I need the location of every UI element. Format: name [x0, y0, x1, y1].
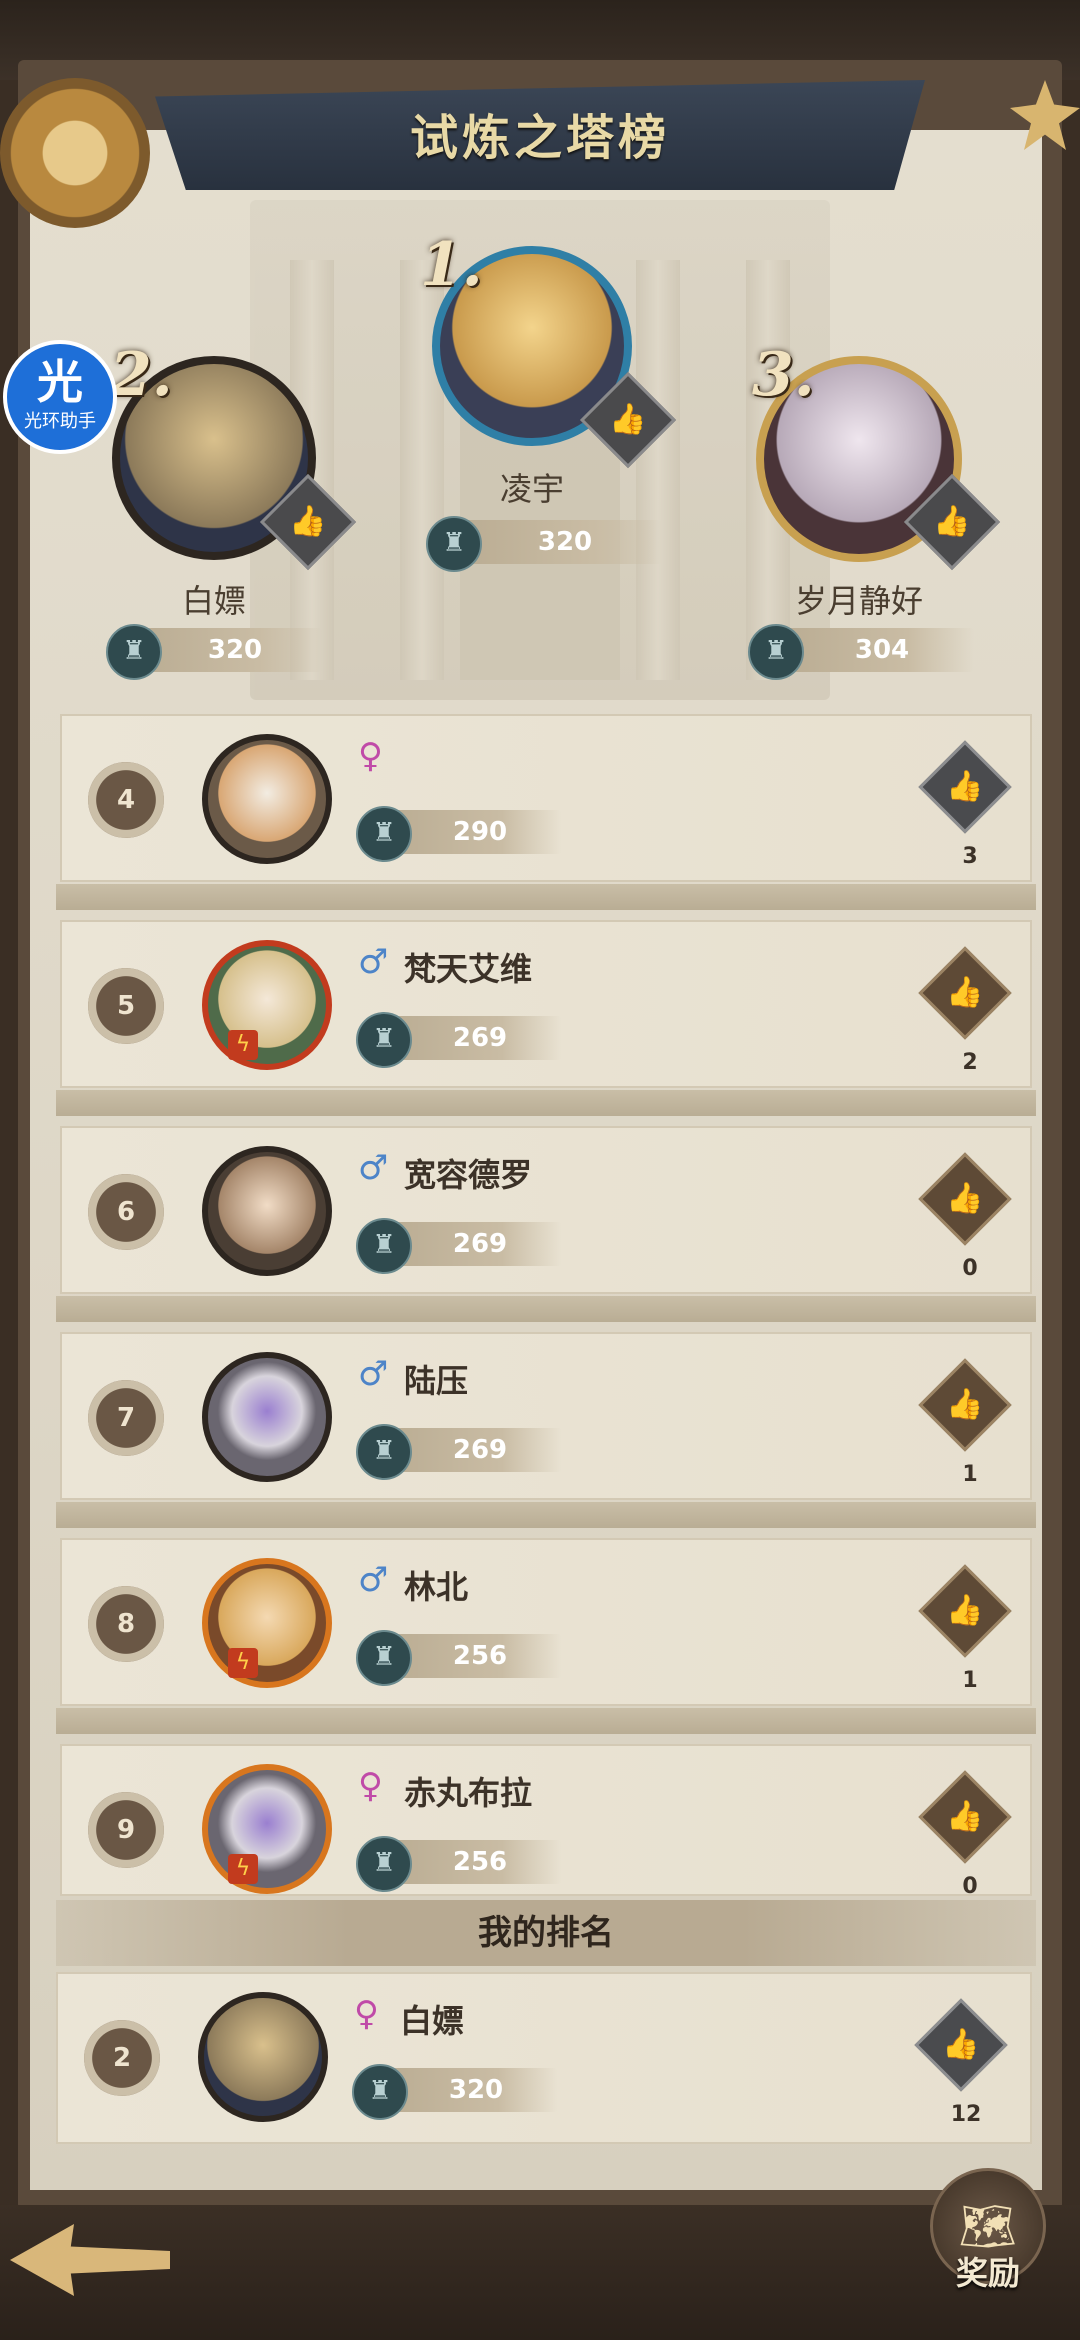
player-name: 梵天艾维	[404, 950, 533, 988]
avatar[interactable]	[198, 1992, 328, 2122]
my-rank-row[interactable]: 2 ♀ 白嫖 ♜ 320 👍 12	[56, 1972, 1032, 2144]
row-divider	[56, 1090, 1036, 1116]
tower-icon: ♜	[106, 624, 162, 680]
avatar[interactable]	[202, 1352, 332, 1482]
score: ♜ 290	[356, 806, 562, 862]
podium-1-score: ♜ 320	[426, 516, 662, 572]
score: ♜ 269	[356, 1218, 562, 1274]
male-icon: ♂	[358, 1148, 389, 1188]
avatar[interactable]: ϟ	[202, 1764, 332, 1894]
like-button[interactable]: 👍	[914, 1998, 1008, 2092]
score: ♜ 256	[356, 1836, 562, 1892]
tower-icon: ♜	[356, 1218, 412, 1274]
thumbs-up-icon: 👍	[609, 402, 647, 437]
like-button[interactable]: 👍	[918, 1358, 1012, 1452]
podium-3-name: 岁月静好	[794, 582, 923, 620]
like-button[interactable]: 👍	[918, 740, 1012, 834]
player-name: 林北	[404, 1568, 469, 1606]
male-icon: ♂	[358, 1354, 389, 1394]
tower-icon: ♜	[356, 1836, 412, 1892]
player-name: 陆压	[404, 1362, 469, 1400]
podium-2-name: 白嫖	[181, 582, 246, 620]
tower-icon: ♜	[748, 624, 804, 680]
female-icon: ♀	[358, 736, 383, 776]
score: ♜ 320	[352, 2064, 558, 2120]
like-count: 0	[962, 1874, 978, 1899]
podium-3-score: ♜ 304	[748, 624, 974, 680]
male-icon: ♂	[358, 1560, 389, 1600]
avatar[interactable]	[202, 734, 332, 864]
score: ♜ 256	[356, 1630, 562, 1686]
reward-button[interactable]: 🗺 奖励	[928, 2168, 1048, 2308]
female-icon: ♀	[358, 1766, 383, 1806]
reward-label: 奖励	[955, 2254, 1020, 2292]
avatar[interactable]: ϟ	[202, 940, 332, 1070]
rank-badge: 9	[88, 1792, 164, 1868]
like-count: 12	[950, 2102, 982, 2127]
ranking-row[interactable]: 6 ♂ 宽容德罗 ♜ 269 👍 0	[60, 1126, 1032, 1294]
medal-emblem	[0, 78, 150, 228]
thumbs-up-icon: 👍	[946, 1387, 984, 1422]
lightning-icon: ϟ	[228, 1648, 258, 1678]
like-button[interactable]: 👍	[918, 946, 1012, 1040]
tower-icon: ♜	[356, 1012, 412, 1068]
like-count: 1	[962, 1668, 978, 1693]
bottom-bar	[0, 2205, 1080, 2340]
tower-icon: ♜	[426, 516, 482, 572]
podium-2-rank: 2.	[110, 340, 173, 410]
ranking-row[interactable]: 7 ♂ 陆压 ♜ 269 👍 1	[60, 1332, 1032, 1500]
podium-3-rank: 3.	[752, 340, 815, 410]
like-button[interactable]: 👍	[918, 1770, 1012, 1864]
podium-1-rank: 1.	[420, 230, 483, 300]
thumbs-up-icon: 👍	[946, 769, 984, 804]
player-name: 白嫖	[400, 2002, 465, 2040]
my-rank-header: 我的排名	[56, 1900, 1036, 1966]
row-divider	[56, 1502, 1036, 1528]
avatar[interactable]	[202, 1146, 332, 1276]
tower-icon: ♜	[356, 1424, 412, 1480]
podium-1-name: 凌宇	[499, 470, 564, 508]
row-divider	[56, 1708, 1036, 1734]
row-divider	[56, 884, 1036, 910]
player-name: 宽容德罗	[404, 1156, 533, 1194]
lightning-icon: ϟ	[228, 1854, 258, 1884]
player-name: 赤丸布拉	[404, 1774, 533, 1812]
like-button[interactable]: 👍	[918, 1152, 1012, 1246]
ranking-row[interactable]: 5 ϟ ♂ 梵天艾维 ♜ 269 👍 2	[60, 920, 1032, 1088]
like-count: 1	[962, 1462, 978, 1487]
thumbs-up-icon: 👍	[942, 2027, 980, 2062]
male-icon: ♂	[358, 942, 389, 982]
score: ♜ 269	[356, 1424, 562, 1480]
rank-badge: 5	[88, 968, 164, 1044]
rank-badge: 2	[84, 2020, 160, 2096]
ranking-row[interactable]: 9 ϟ ♀ 赤丸布拉 ♜ 256 👍 0	[60, 1744, 1032, 1899]
tower-icon: ♜	[356, 806, 412, 862]
like-count: 3	[962, 844, 978, 869]
tower-icon: ♜	[356, 1630, 412, 1686]
rank-badge: 6	[88, 1174, 164, 1250]
thumbs-up-icon: 👍	[946, 1799, 984, 1834]
like-count: 0	[962, 1256, 978, 1281]
female-icon: ♀	[354, 1994, 379, 2034]
podium-2-score: ♜ 320	[106, 624, 322, 680]
ranking-row[interactable]: 4 ♀ ♜ 290 👍 3	[60, 714, 1032, 882]
thumbs-up-icon: 👍	[946, 975, 984, 1010]
rank-badge: 7	[88, 1380, 164, 1456]
thumbs-up-icon: 👍	[933, 504, 971, 539]
thumbs-up-icon: 👍	[289, 504, 327, 539]
like-count: 2	[962, 1050, 978, 1075]
rank-badge: 4	[88, 762, 164, 838]
helper-floating-button[interactable]: 光 光环助手	[3, 340, 117, 454]
ranking-row[interactable]: 8 ϟ ♂ 林北 ♜ 256 👍 1	[60, 1538, 1032, 1706]
row-divider	[56, 1296, 1036, 1322]
rank-badge: 8	[88, 1586, 164, 1662]
thumbs-up-icon: 👍	[946, 1181, 984, 1216]
tower-icon: ♜	[352, 2064, 408, 2120]
score: ♜ 269	[356, 1012, 562, 1068]
lightning-icon: ϟ	[228, 1030, 258, 1060]
like-button[interactable]: 👍	[918, 1564, 1012, 1658]
page-title: 试炼之塔榜	[409, 110, 670, 166]
avatar[interactable]: ϟ	[202, 1558, 332, 1688]
thumbs-up-icon: 👍	[946, 1593, 984, 1628]
